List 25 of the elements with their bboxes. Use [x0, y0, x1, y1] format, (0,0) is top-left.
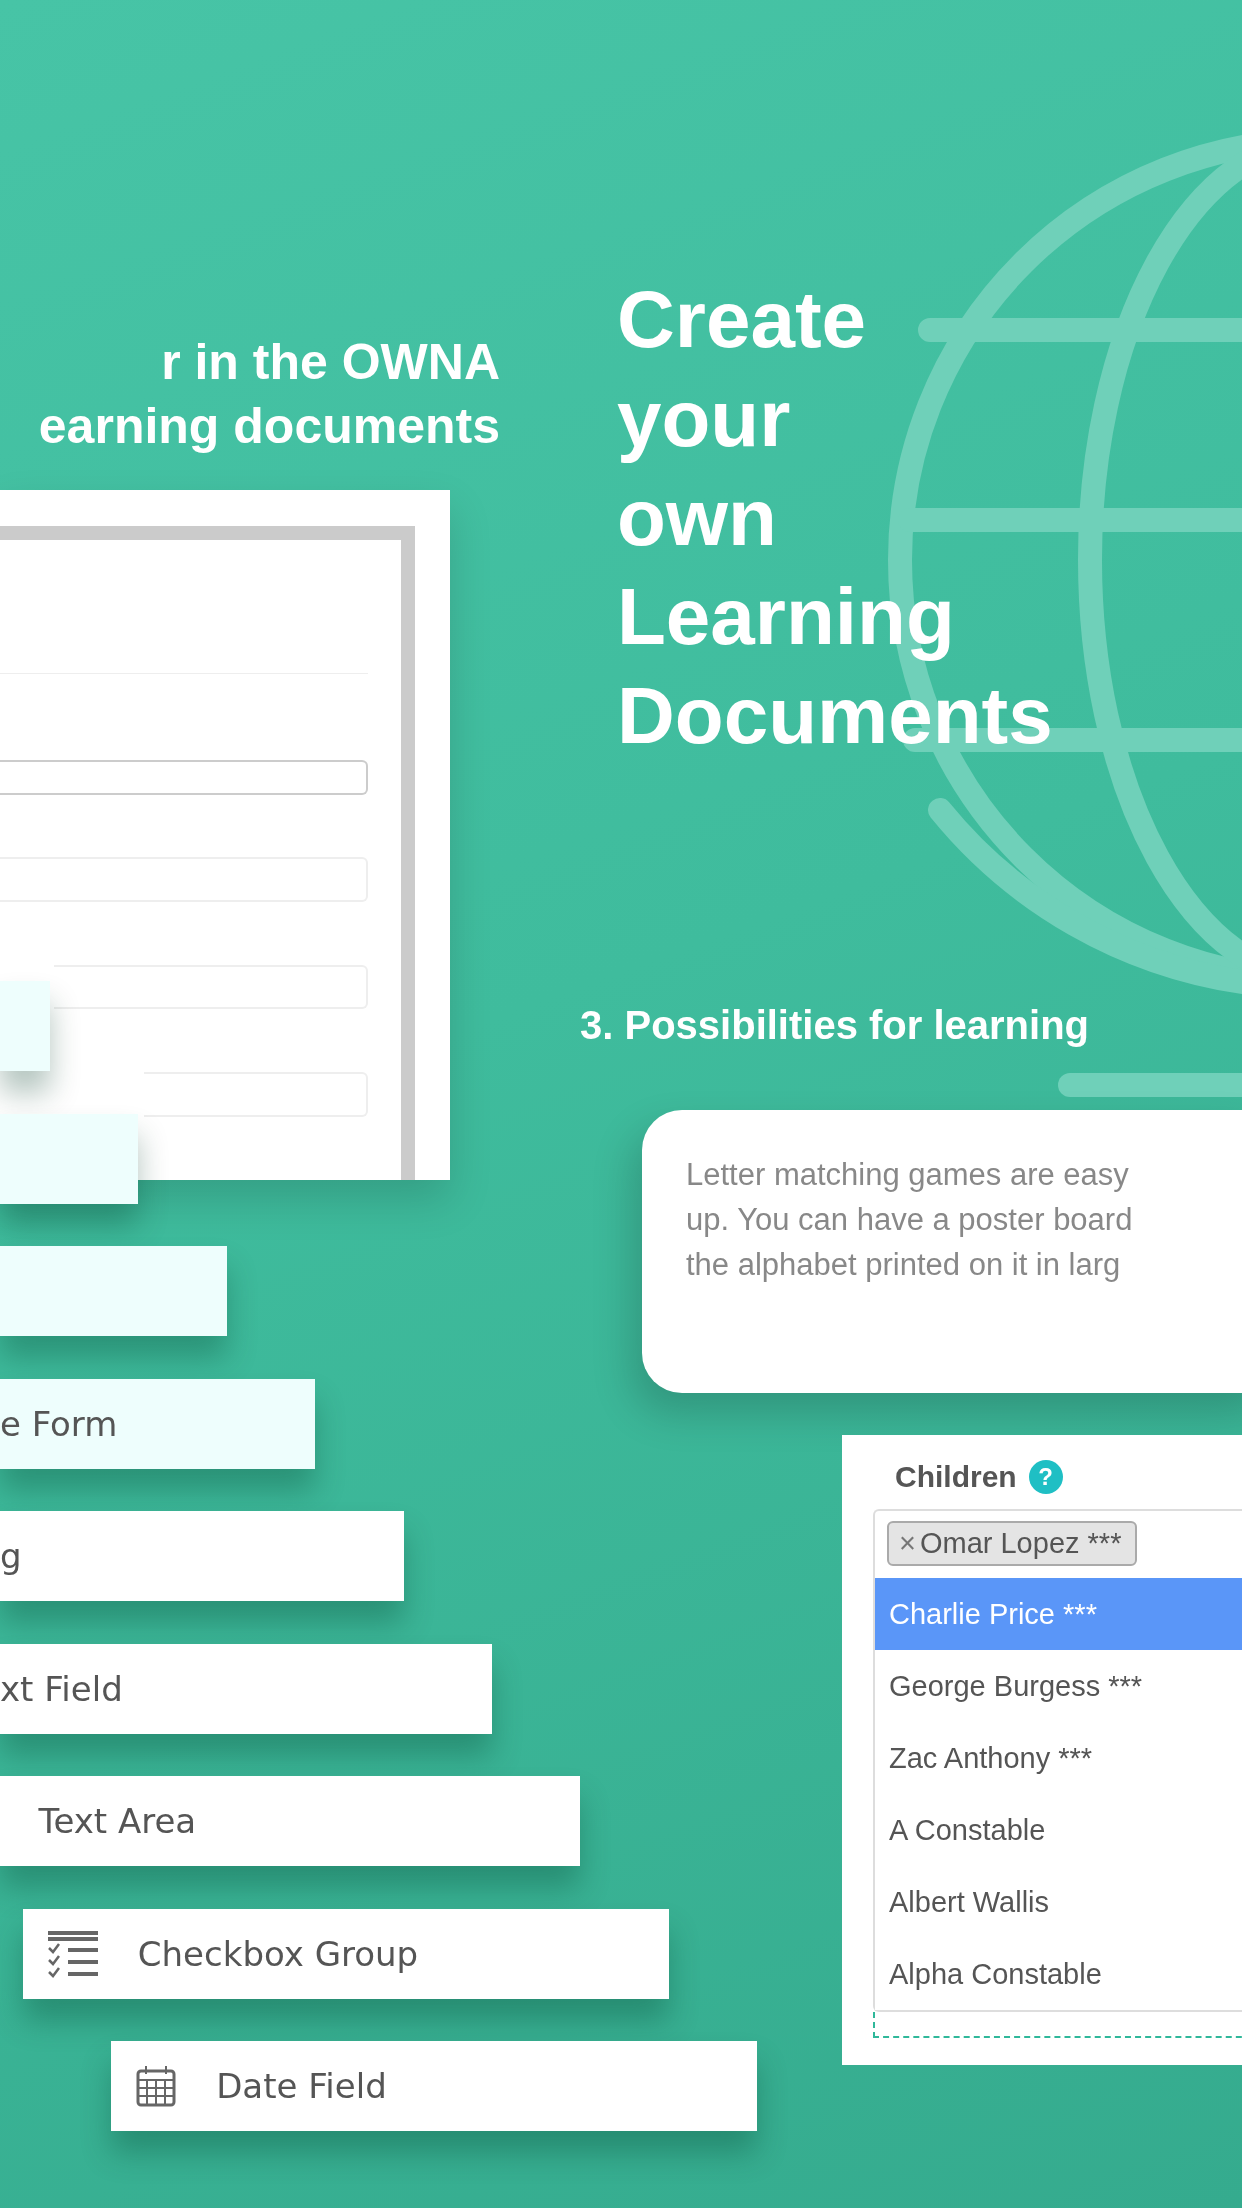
field-type-item[interactable] [0, 1246, 227, 1336]
calendar-icon [136, 2065, 177, 2107]
promo-title-line: Create [617, 274, 868, 366]
children-select[interactable]: ×Omar Lopez *** Charlie Price *** George Burgess *** Zac Anthony *** A Constable Albert Wallis Alpha Constable [873, 1509, 1242, 2012]
promo-title-line: Documents [617, 670, 1053, 762]
heading-line: r in the OWNA [161, 333, 500, 392]
promo-title-line: Learning [617, 571, 956, 663]
promo-title-line: own [617, 472, 778, 564]
promo-title-line: your [617, 373, 792, 465]
input-field[interactable] [0, 760, 368, 796]
field-type-item[interactable]: xt Field [0, 1643, 492, 1734]
field-label: Children [895, 1460, 1017, 1494]
field-type-item[interactable]: Date Field [111, 2041, 758, 2131]
section-title: 3. Possibilities for learning [580, 1003, 1090, 1048]
remove-icon[interactable]: × [899, 1527, 916, 1560]
field-type-item[interactable] [0, 981, 50, 1071]
heading-line: earning documents [38, 397, 500, 456]
field-type-item[interactable]: e Form [0, 1378, 316, 1469]
field-type-item[interactable]: g [0, 1511, 404, 1601]
checklist-icon [47, 1929, 98, 1978]
example-text: Letter matching games are easy up. You can have a poster board the alphabet printed on it in larg [686, 1156, 1134, 1284]
field-type-item[interactable] [0, 1113, 139, 1204]
selected-tag[interactable]: ×Omar Lopez *** [887, 1521, 1138, 1566]
field-type-item[interactable]: Checkbox Group [22, 1908, 669, 1999]
field-type-item[interactable]: Text Area [0, 1776, 581, 1866]
